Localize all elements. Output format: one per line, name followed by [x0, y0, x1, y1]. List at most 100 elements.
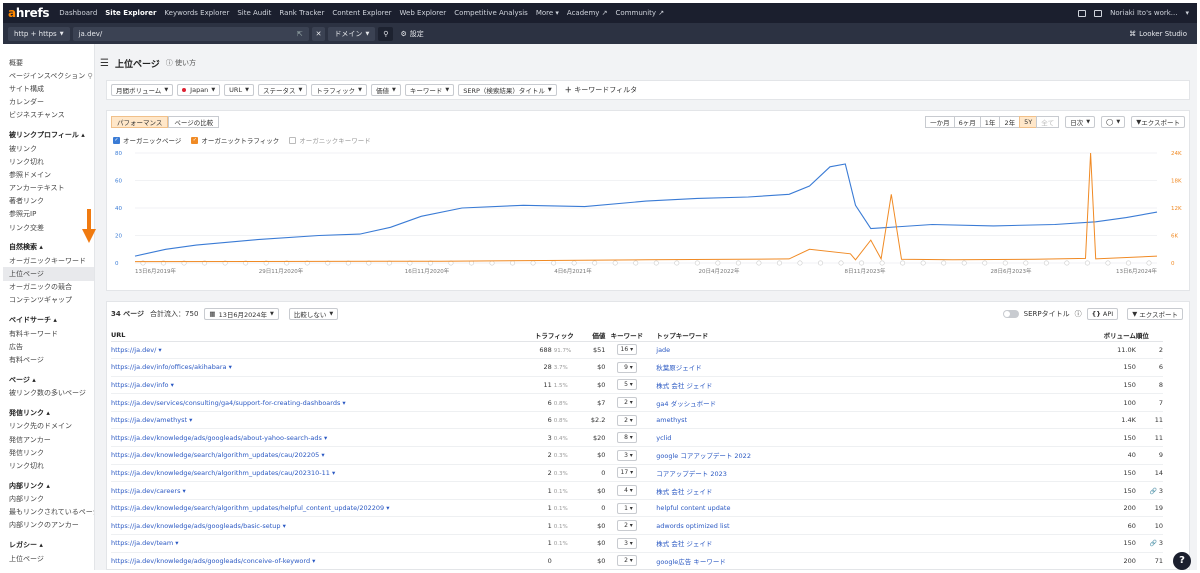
- row-url[interactable]: https://ja.dev/services/consulting/ga4/s…: [111, 393, 518, 412]
- chevron-down-icon[interactable]: ▾: [156, 346, 161, 354]
- annotation-marker[interactable]: [612, 260, 618, 266]
- chevron-down-icon[interactable]: ▾: [322, 434, 327, 442]
- filter-button[interactable]: キーワード ▼: [404, 84, 455, 96]
- row-url[interactable]: https://ja.dev/knowledge/ads/googleads/a…: [111, 428, 518, 448]
- annotation-marker[interactable]: [1064, 260, 1070, 266]
- url-link[interactable]: https://ja.dev/knowledge/search/algorith…: [111, 504, 384, 512]
- row-top-keyword[interactable]: コアアップデート 2023: [648, 464, 911, 483]
- annotation-marker[interactable]: [510, 260, 516, 266]
- row-top-keyword[interactable]: 秋葉原ジェイド: [648, 358, 911, 377]
- period-button[interactable]: 全て: [1036, 116, 1060, 128]
- sidebar-item[interactable]: 概要: [3, 56, 94, 69]
- annotation-marker[interactable]: [797, 260, 803, 266]
- chevron-down-icon[interactable]: ▾: [187, 416, 192, 424]
- serp-title-toggle[interactable]: [1002, 309, 1019, 318]
- panel-icon[interactable]: [1094, 9, 1103, 17]
- annotation-marker[interactable]: [1084, 260, 1090, 266]
- annotation-marker[interactable]: [674, 260, 680, 266]
- keywords-dropdown[interactable]: 8 ▾: [616, 432, 637, 444]
- row-top-keyword[interactable]: jade: [648, 341, 911, 360]
- keywords-dropdown[interactable]: 9 ▾: [616, 361, 637, 373]
- annotation-marker[interactable]: [879, 260, 885, 266]
- chevron-down-icon[interactable]: ▾: [173, 539, 178, 547]
- annotation-marker[interactable]: [653, 260, 659, 266]
- annotation-marker[interactable]: [1002, 260, 1008, 266]
- row-url[interactable]: https://ja.dev/knowledge/search/algorith…: [111, 446, 518, 465]
- sidebar-item[interactable]: 上位ページ: [3, 552, 94, 565]
- annotation-marker[interactable]: [982, 260, 988, 266]
- annotation-marker[interactable]: [592, 260, 598, 266]
- url-link[interactable]: https://ja.dev/services/consulting/ga4/s…: [111, 399, 340, 407]
- sidebar-item[interactable]: 参照ドメイン: [3, 168, 94, 181]
- chevron-down-icon[interactable]: ▾: [1185, 9, 1189, 17]
- nav-item[interactable]: Site Explorer: [105, 9, 156, 17]
- clear-url-button[interactable]: ✕: [311, 26, 326, 41]
- row-top-keyword[interactable]: 株式 会社 ジェイド: [648, 481, 911, 500]
- annotation-marker[interactable]: [838, 260, 844, 266]
- annotation-marker[interactable]: [1105, 260, 1111, 266]
- sidebar-item[interactable]: 著者リンク: [3, 195, 94, 208]
- sidebar-item[interactable]: 被リンク数の多いページ: [3, 387, 94, 400]
- url-link[interactable]: https://ja.dev/knowledge/ads/googleads/c…: [111, 557, 310, 565]
- annotation-marker[interactable]: [530, 260, 536, 266]
- info-icon[interactable]: ⓘ: [1075, 309, 1082, 319]
- keywords-dropdown[interactable]: 2 ▾: [616, 520, 637, 532]
- comment-button[interactable]: ◯ ▼: [1101, 116, 1126, 128]
- column-header[interactable]: トップキーワード: [648, 329, 911, 342]
- open-external-icon[interactable]: ⇱: [297, 30, 303, 38]
- target-url-input[interactable]: ja.dev/⇱: [72, 26, 309, 41]
- sidebar-item[interactable]: リンク切れ: [3, 155, 94, 168]
- chevron-down-icon[interactable]: ▾: [180, 487, 186, 495]
- sidebar-item[interactable]: リンク先のドメイン: [3, 420, 94, 433]
- annotation-marker[interactable]: [1146, 260, 1152, 266]
- url-link[interactable]: https://ja.dev/knowledge/ads/googleads/a…: [111, 434, 322, 442]
- chevron-down-icon[interactable]: ▾: [330, 469, 335, 477]
- row-top-keyword[interactable]: ga4 ダッシュボード: [648, 393, 911, 412]
- row-top-keyword[interactable]: 株式 会社 ジェイド: [648, 376, 911, 395]
- chevron-down-icon[interactable]: ▾: [384, 504, 389, 512]
- column-header[interactable]: URL: [111, 329, 518, 342]
- column-header[interactable]: トラフィック: [517, 329, 574, 342]
- annotation-marker[interactable]: [961, 260, 967, 266]
- keyword-filter-button[interactable]: ＋ キーワードフィルタ: [565, 85, 637, 95]
- nav-item[interactable]: More ▾: [536, 9, 559, 17]
- settings-button[interactable]: ⚙ 設定: [400, 29, 423, 39]
- nav-item[interactable]: Rank Tracker: [279, 9, 324, 17]
- row-top-keyword[interactable]: google コアアップデート 2022: [648, 446, 911, 465]
- sidebar-item[interactable]: 内部リンク: [3, 493, 94, 506]
- sidebar-item[interactable]: アンカーテキスト: [3, 182, 94, 195]
- sidebar-item[interactable]: 有料キーワード: [3, 327, 94, 340]
- annotation-marker[interactable]: [715, 260, 721, 266]
- sidebar-item[interactable]: 上位ページ: [3, 267, 94, 281]
- keywords-dropdown[interactable]: 4 ▾: [616, 485, 637, 497]
- row-top-keyword[interactable]: yclid: [648, 428, 911, 448]
- workspace-user[interactable]: Noriaki Ito's work...: [1110, 9, 1177, 17]
- sidebar-item[interactable]: 発信リンク: [3, 446, 94, 459]
- period-button[interactable]: 2年: [999, 116, 1021, 128]
- interval-select[interactable]: 日次 ▼: [1065, 116, 1096, 128]
- sidebar-item[interactable]: 被リンク: [3, 142, 94, 155]
- annotation-marker[interactable]: [941, 260, 947, 266]
- tab-performance[interactable]: パフォーマンス: [111, 116, 169, 128]
- period-button[interactable]: 1年: [979, 116, 1001, 128]
- menu-icon[interactable]: ☰: [100, 58, 109, 69]
- annotation-marker[interactable]: [920, 260, 926, 266]
- column-header[interactable]: ボリューム: [910, 329, 1136, 342]
- compare-select[interactable]: 比較しない ▼: [288, 307, 339, 320]
- url-link[interactable]: https://ja.dev/info: [111, 381, 169, 389]
- nav-item[interactable]: Content Explorer: [332, 9, 391, 17]
- chevron-down-icon[interactable]: ▾: [169, 381, 174, 389]
- sidebar-section-header[interactable]: 被リンクプロフィール ▴: [3, 128, 94, 142]
- column-header[interactable]: キーワード: [605, 329, 649, 342]
- chevron-down-icon[interactable]: ▾: [310, 557, 315, 565]
- annotation-marker[interactable]: [818, 260, 824, 266]
- sidebar-item[interactable]: オーガニックの競合: [3, 281, 94, 294]
- ahrefs-logo[interactable]: ahrefs: [8, 6, 50, 20]
- table-export-button[interactable]: ▼ エクスポート: [1127, 307, 1183, 320]
- annotation-marker[interactable]: [571, 260, 577, 266]
- period-button[interactable]: 6ヶ月: [953, 116, 981, 128]
- row-top-keyword[interactable]: helpful content update: [648, 499, 911, 518]
- nav-item[interactable]: Dashboard: [59, 9, 97, 17]
- annotation-marker[interactable]: [1125, 260, 1131, 266]
- sidebar-section-header[interactable]: ページ ▴: [3, 373, 94, 387]
